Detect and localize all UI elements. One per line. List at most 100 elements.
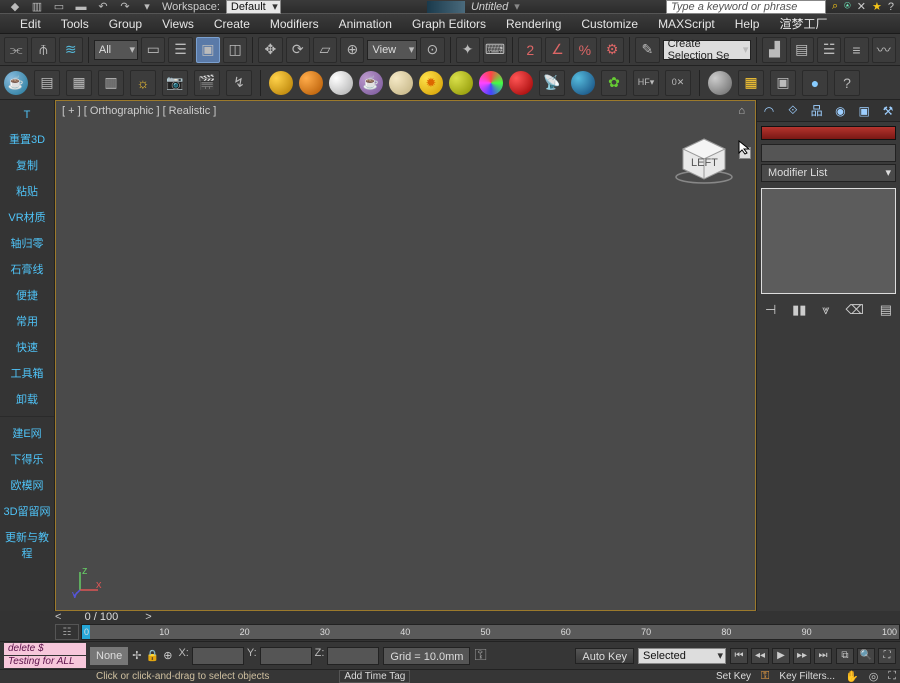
menu-animation[interactable]: Animation	[329, 14, 402, 34]
plant-icon[interactable]: ✿	[601, 70, 627, 96]
tab-modify-icon[interactable]: ⟐	[783, 102, 803, 120]
open-icon[interactable]: ▭	[50, 0, 68, 15]
menu-grapheditors[interactable]: Graph Editors	[402, 14, 496, 34]
select-rotate-icon[interactable]: ⟳	[286, 37, 310, 63]
zoom-all-icon[interactable]: ⛶	[878, 648, 896, 664]
tab-utilities-icon[interactable]: ⚒	[878, 102, 898, 120]
sidebar-item-4[interactable]: VR材质	[0, 204, 54, 230]
make-unique-icon[interactable]: ⩔	[822, 302, 829, 318]
save-icon[interactable]: ▬	[72, 0, 90, 15]
time-slider-next[interactable]: >	[141, 611, 155, 623]
camera-icon[interactable]: 📷	[162, 70, 188, 96]
sidebar-item-8[interactable]: 常用	[0, 308, 54, 334]
align-icon[interactable]: ▤	[790, 37, 814, 63]
redo-icon[interactable]: ↷	[116, 0, 134, 15]
object-name-input[interactable]	[761, 144, 896, 162]
sphere-rainbow-icon[interactable]	[479, 71, 503, 95]
sun-icon[interactable]: ✹	[419, 71, 443, 95]
new-icon[interactable]: ▥	[28, 0, 46, 15]
timeline-ruler[interactable]: 0 10 20 30 40 50 60 70 80 90 100	[81, 624, 900, 640]
menu-help[interactable]: Help	[725, 14, 770, 34]
select-move-icon[interactable]: ✥	[258, 37, 282, 63]
menu-maxscript[interactable]: MAXScript	[648, 14, 725, 34]
sidebar-item-13[interactable]: 下得乐	[0, 446, 54, 472]
add-time-tag[interactable]: Add Time Tag	[339, 670, 410, 683]
scene-explorer-icon[interactable]: ▤	[34, 70, 60, 96]
search-input[interactable]: Type a keyword or phrase	[666, 0, 826, 14]
x-input[interactable]	[192, 647, 244, 665]
favorites-icon[interactable]: ★	[872, 0, 882, 13]
named-selection-combo[interactable]: Create Selection Se	[663, 40, 752, 60]
sphere-white-icon[interactable]	[329, 71, 353, 95]
home-icon[interactable]: ⌂	[738, 105, 745, 117]
menu-tools[interactable]: Tools	[51, 14, 99, 34]
mirror-icon[interactable]: ▟	[762, 37, 786, 63]
play-icon[interactable]: ▶	[772, 648, 790, 664]
menu-edit[interactable]: Edit	[10, 14, 51, 34]
tab-create-icon[interactable]: ◠	[759, 102, 779, 120]
menu-rendering[interactable]: Rendering	[496, 14, 571, 34]
info-center-icon[interactable]: ⌕	[832, 0, 838, 13]
sidebar-item-0[interactable]: T	[0, 104, 54, 126]
select-place-icon[interactable]: ⊕	[340, 37, 364, 63]
unlink-icon[interactable]: ⫚	[31, 37, 55, 63]
snap-2d-icon[interactable]: 2	[518, 37, 542, 63]
teapot-icon[interactable]: ☕	[4, 71, 28, 95]
teapot2-icon[interactable]: ☕	[359, 71, 383, 95]
sidebar-item-5[interactable]: 轴归零	[0, 230, 54, 256]
layer-explorer-icon[interactable]: ▦	[66, 70, 92, 96]
sidebar-item-7[interactable]: 便捷	[0, 282, 54, 308]
sphere-blue-icon[interactable]	[571, 71, 595, 95]
z-input[interactable]	[327, 647, 379, 665]
exchange-icon[interactable]: ✕	[857, 0, 866, 13]
goto-start-icon[interactable]: ⏮	[730, 648, 748, 664]
about-icon[interactable]: ?	[834, 70, 860, 96]
help-icon[interactable]: ?	[888, 1, 894, 13]
modifier-list-combo[interactable]: Modifier List	[761, 164, 896, 182]
object-color-swatch[interactable]	[761, 126, 896, 140]
graphite-icon[interactable]: ≡	[844, 37, 868, 63]
sidebar-item-2[interactable]: 复制	[0, 152, 54, 178]
frame-display[interactable]: 0 / 100	[61, 611, 141, 623]
sphere-red-icon[interactable]	[509, 71, 533, 95]
tab-display-icon[interactable]: ▣	[854, 102, 874, 120]
tab-motion-icon[interactable]: ◉	[830, 102, 850, 120]
setkey-button[interactable]: Set Key	[716, 671, 751, 682]
menu-modifiers[interactable]: Modifiers	[260, 14, 329, 34]
snap-spinner-icon[interactable]: ⚙	[600, 37, 624, 63]
select-scale-icon[interactable]: ▱	[313, 37, 337, 63]
sidebar-item-12[interactable]: 建E网	[0, 416, 54, 446]
remove-modifier-icon[interactable]: ⌫	[845, 302, 863, 318]
sphere-gray-icon[interactable]	[708, 71, 732, 95]
film-icon[interactable]: 🎬	[194, 70, 220, 96]
show-result-icon[interactable]: ▮▮	[792, 302, 806, 318]
key-mode-combo[interactable]: Selected	[638, 648, 726, 664]
title-dropdown-icon[interactable]: ▾	[514, 0, 520, 13]
pan-icon[interactable]: ✋	[845, 670, 859, 683]
menu-group[interactable]: Group	[99, 14, 152, 34]
abs-rel-icon[interactable]: ⊕	[163, 649, 172, 662]
sidebar-item-9[interactable]: 快速	[0, 334, 54, 360]
app-icon[interactable]: ◆	[6, 0, 24, 15]
menu-create[interactable]: Create	[204, 14, 260, 34]
select-manip-icon[interactable]: ✦	[456, 37, 480, 63]
isolate-icon[interactable]: 🔒	[146, 649, 160, 662]
goto-end-icon[interactable]: ⏭	[814, 648, 832, 664]
menu-views[interactable]: Views	[152, 14, 204, 34]
modifier-stack[interactable]	[761, 188, 896, 294]
zero-icon[interactable]: 0✕	[665, 70, 691, 96]
bind-spacewarp-icon[interactable]: ≋	[59, 37, 83, 63]
configure-sets-icon[interactable]: ▤	[880, 302, 892, 318]
manage-layers-icon[interactable]: ▥	[98, 70, 124, 96]
selection-filter[interactable]: All	[94, 40, 138, 60]
light-lister-icon[interactable]: ☼	[130, 70, 156, 96]
sphere-cream-icon[interactable]	[389, 71, 413, 95]
menu-plugin[interactable]: 渲梦工厂	[769, 14, 837, 34]
snap-angle-icon[interactable]: ∠	[545, 37, 569, 63]
select-region-icon[interactable]: ▣	[196, 37, 220, 63]
sidebar-item-11[interactable]: 卸载	[0, 386, 54, 412]
hf-icon[interactable]: HF▾	[633, 70, 659, 96]
link-icon[interactable]: ▾	[138, 0, 156, 15]
viewport-label[interactable]: [ + ] [ Orthographic ] [ Realistic ]	[62, 105, 216, 117]
keyboard-shortcut-icon[interactable]: ⌨	[483, 37, 507, 63]
